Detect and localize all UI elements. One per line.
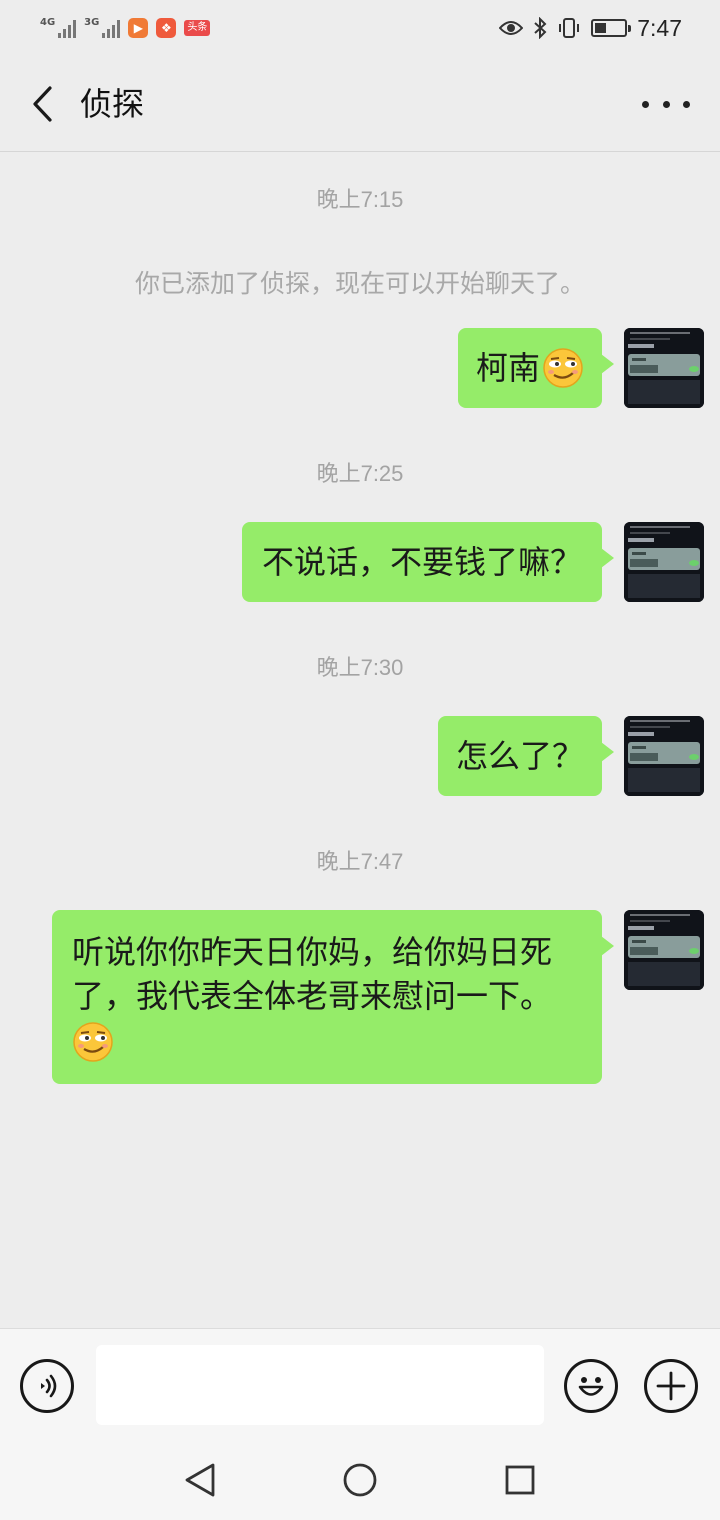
network-type-label: 3G xyxy=(84,17,100,28)
message-row: 不说话，不要钱了嘛？ xyxy=(241,522,704,602)
clock: 7:47 xyxy=(637,14,682,41)
more-dot xyxy=(662,100,670,108)
message-row: 怎么了？ xyxy=(437,716,704,796)
user-avatar[interactable] xyxy=(624,716,704,796)
signal-bars-icon xyxy=(58,18,77,38)
video-app-icon: ▶ xyxy=(128,18,149,38)
smirk-emoji-icon xyxy=(543,348,583,388)
user-avatar[interactable] xyxy=(624,522,704,602)
message-bubble[interactable]: 柯南 xyxy=(457,328,615,408)
avatar-image xyxy=(624,716,704,796)
square-recents-icon xyxy=(505,1465,535,1495)
battery-icon xyxy=(591,19,632,37)
user-avatar[interactable] xyxy=(624,910,704,990)
more-options-button[interactable] xyxy=(642,90,690,118)
message-bubble[interactable]: 怎么了？ xyxy=(437,716,615,796)
plus-icon xyxy=(656,1371,686,1401)
timestamp: 晚上7:15 xyxy=(316,187,404,212)
signal-4g: 4G xyxy=(40,17,77,38)
more-dot xyxy=(683,100,690,108)
message-text-line: 了，我代表全体老哥来慰问一下。 xyxy=(72,977,553,1015)
message-row: 柯南 xyxy=(457,328,704,408)
message-text: 柯南 xyxy=(475,349,540,387)
message-text: 不说话，不要钱了嘛？ xyxy=(261,543,582,581)
smile-icon xyxy=(578,1377,604,1396)
avatar-image xyxy=(624,910,704,990)
message-bubble[interactable]: 不说话，不要钱了嘛？ xyxy=(241,522,615,602)
vibrate-icon xyxy=(559,18,580,38)
network-type-label: 4G xyxy=(40,17,56,28)
message-text-line: 听说你你昨天日你妈，给你妈日死 xyxy=(72,933,553,971)
toutiao-icon: 头条 xyxy=(184,20,211,36)
status-bar: 4G 3G ▶ ❖ 头条 7:47 xyxy=(0,0,720,56)
more-functions-button[interactable] xyxy=(644,1359,698,1413)
timestamp: 晚上7:25 xyxy=(316,461,404,486)
nav-recents-button[interactable] xyxy=(498,1458,542,1502)
message-bubble[interactable]: 听说你你昨天日你妈，给你妈日死 了，我代表全体老哥来慰问一下。 xyxy=(52,910,614,1084)
circle-home-icon xyxy=(343,1463,377,1497)
chevron-left-icon xyxy=(33,86,52,122)
nav-back-button[interactable] xyxy=(178,1458,222,1502)
timestamp: 晚上7:30 xyxy=(316,655,404,680)
input-bar xyxy=(0,1328,720,1440)
voice-button[interactable] xyxy=(20,1359,74,1413)
message-input[interactable] xyxy=(96,1345,544,1425)
timestamp: 晚上7:47 xyxy=(316,849,404,874)
app-notification-icon: ❖ xyxy=(156,18,177,38)
chat-header: 侦探 xyxy=(0,56,720,152)
signal-3g: 3G xyxy=(84,17,121,38)
more-dots-icon xyxy=(642,100,649,108)
message-text: 怎么了？ xyxy=(455,737,584,775)
smirk-emoji-icon xyxy=(73,1022,113,1062)
voice-icon xyxy=(41,1374,57,1398)
emoji-button[interactable] xyxy=(564,1359,618,1413)
eye-icon xyxy=(499,21,524,35)
avatar-image xyxy=(624,328,704,408)
triangle-back-icon xyxy=(185,1463,215,1497)
signal-bars-icon xyxy=(102,18,121,38)
system-navigation-bar xyxy=(0,1440,720,1520)
user-avatar[interactable] xyxy=(624,328,704,408)
system-message: 你已添加了侦探，现在可以开始聊天了。 xyxy=(134,269,585,298)
nav-home-button[interactable] xyxy=(338,1458,382,1502)
chat-title: 侦探 xyxy=(80,85,145,123)
back-button[interactable] xyxy=(22,80,62,128)
chat-area[interactable]: 晚上7:15 你已添加了侦探，现在可以开始聊天了。 柯南 晚上7:25 不说话，… xyxy=(0,152,720,1328)
avatar-image xyxy=(624,522,704,602)
bluetooth-icon xyxy=(534,17,547,39)
message-row: 听说你你昨天日你妈，给你妈日死 了，我代表全体老哥来慰问一下。 xyxy=(52,910,704,1084)
